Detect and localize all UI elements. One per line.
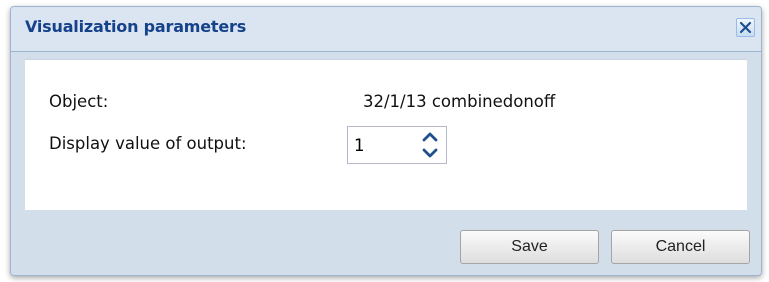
- visualization-parameters-dialog: Visualization parameters Object: 32/1/13…: [10, 6, 762, 276]
- chevron-down-icon: [422, 148, 438, 158]
- save-button[interactable]: Save: [460, 230, 599, 264]
- object-value: 32/1/13 combinedonoff: [363, 92, 556, 111]
- spin-up-button[interactable]: [418, 128, 442, 145]
- display-value-stepper[interactable]: 1: [347, 126, 447, 164]
- chevron-up-icon: [422, 132, 438, 142]
- dialog-body: Object: 32/1/13 combinedonoff Display va…: [25, 59, 747, 210]
- dialog-titlebar[interactable]: Visualization parameters: [11, 7, 761, 52]
- cancel-button[interactable]: Cancel: [611, 230, 750, 264]
- display-value-label: Display value of output:: [49, 134, 247, 153]
- dialog-title: Visualization parameters: [25, 17, 247, 36]
- close-button[interactable]: [736, 18, 755, 37]
- close-icon: [739, 21, 752, 34]
- spin-down-button[interactable]: [418, 145, 442, 162]
- object-label: Object:: [49, 92, 109, 111]
- display-value-input[interactable]: 1: [354, 136, 365, 155]
